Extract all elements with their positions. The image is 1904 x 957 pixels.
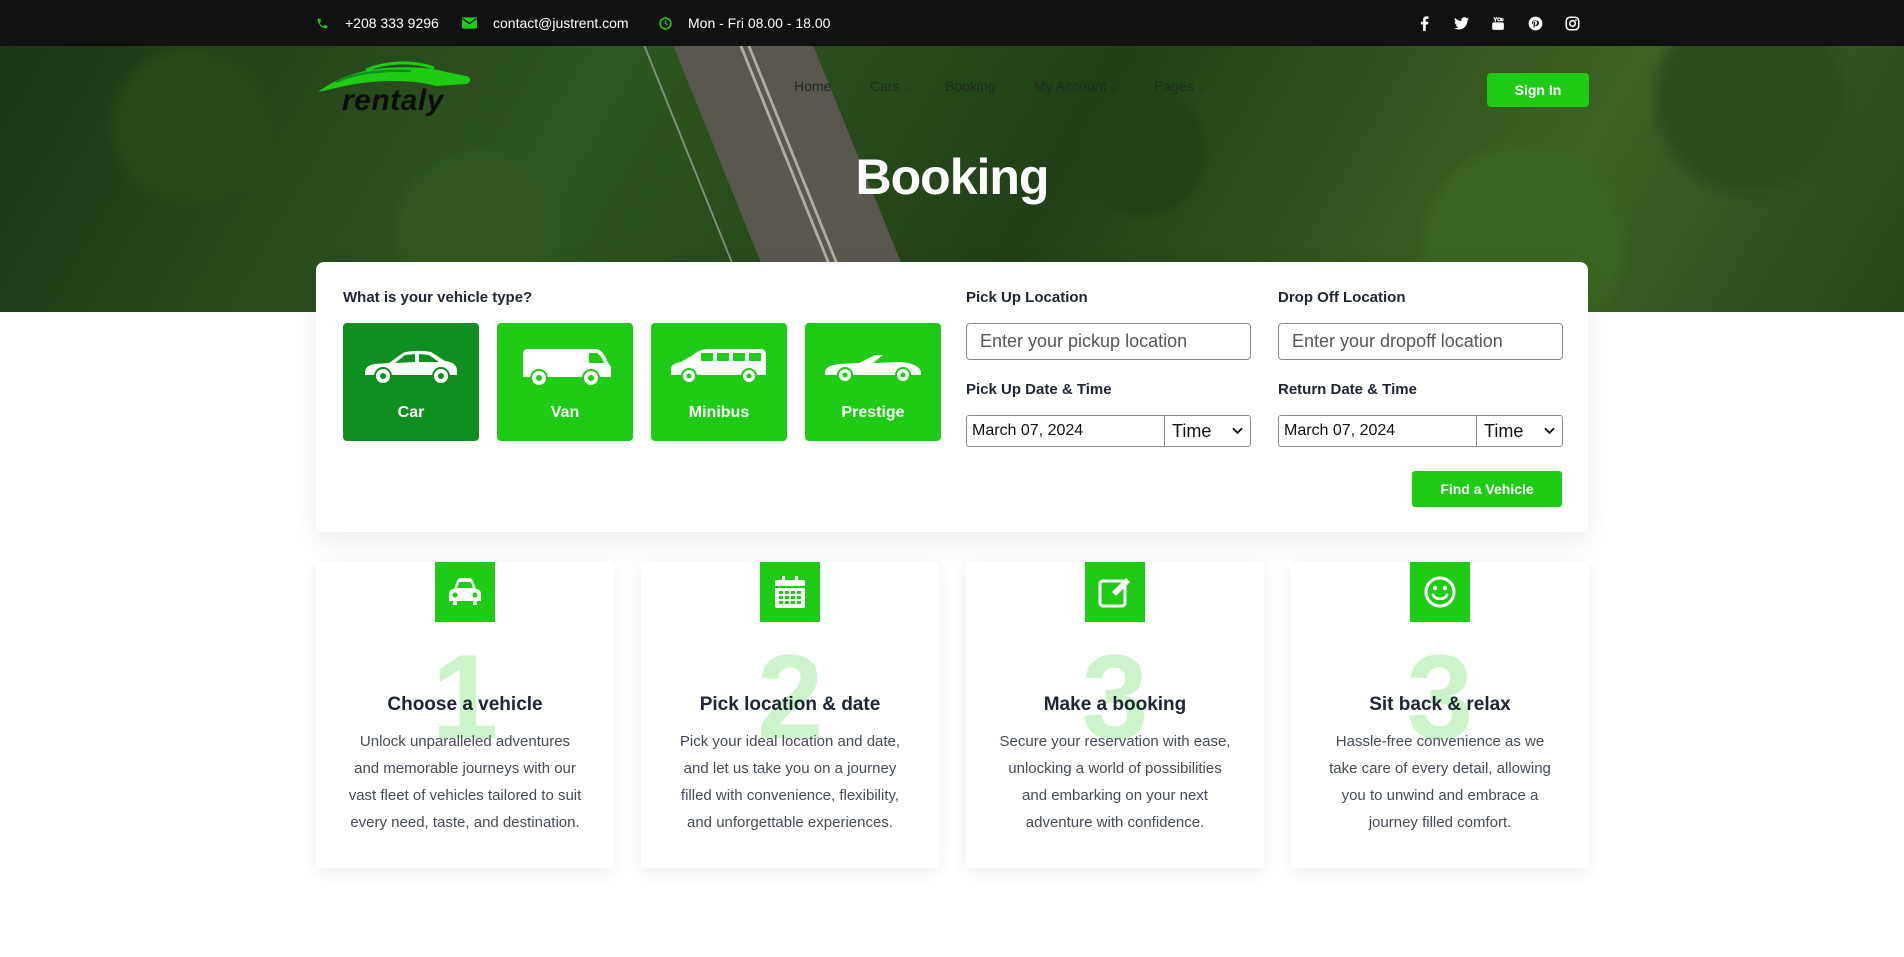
feature-card: 2 Pick location & date Pick your ideal l… xyxy=(641,562,939,868)
feature-card: 3 Sit back & relax Hassle-free convenien… xyxy=(1291,562,1589,868)
envelope-icon xyxy=(462,17,477,29)
car-icon xyxy=(365,350,457,385)
sports-car-icon xyxy=(825,355,921,383)
vehicle-type-label: What is your vehicle type? xyxy=(343,289,533,306)
chevron-down-icon xyxy=(1232,427,1243,435)
feature-description-line: and let us take you on a journey xyxy=(683,760,897,777)
smiley-icon xyxy=(1424,576,1456,608)
vehicle-type-label-van: Van xyxy=(550,404,580,421)
nav-booking[interactable]: Booking xyxy=(945,78,996,94)
instagram-icon[interactable] xyxy=(1562,13,1582,33)
top-bar: +208 333 9296 contact@justrent.com Mon -… xyxy=(0,0,1904,46)
chevron-down-icon: ⌵ xyxy=(903,83,912,94)
feature-description: Hassle-free convenience as we take care … xyxy=(1317,728,1563,836)
feature-card: 3 Make a booking Secure your reservation… xyxy=(966,562,1264,868)
business-hours: Mon - Fri 08.00 - 18.00 xyxy=(688,15,831,31)
feature-description-line: Hassle-free convenience as we xyxy=(1335,733,1545,750)
pickup-time-select[interactable]: Time xyxy=(1164,415,1251,447)
chevron-down-icon: ⌵ xyxy=(1110,83,1118,94)
feature-description-line: and embarking on your next xyxy=(1022,787,1208,804)
pickup-date-input[interactable]: March 07, 2024 xyxy=(966,415,1165,447)
nav-cars[interactable]: Cars ⌵ xyxy=(870,78,911,94)
nav-pages-label: Pages xyxy=(1154,78,1194,94)
feature-description-line: you to unwind and embrace a xyxy=(1341,787,1539,804)
nav-my-account[interactable]: My Account ⌵ xyxy=(1034,78,1118,94)
feature-description-line: Pick your ideal location and date, xyxy=(679,733,901,750)
facebook-icon[interactable] xyxy=(1414,13,1434,33)
feature-description-line: vast fleet of vehicles tailored to suit xyxy=(348,787,582,804)
twitter-icon[interactable] xyxy=(1451,13,1471,33)
vehicle-type-label-prestige: Prestige xyxy=(841,404,905,421)
feature-icon-box xyxy=(1410,562,1470,622)
feature-title: Choose a vehicle xyxy=(387,694,543,715)
vehicle-type-label-minibus: Minibus xyxy=(688,404,750,421)
feature-description-line: every need, taste, and destination. xyxy=(350,814,580,831)
feature-description: Secure your reservation with ease, unloc… xyxy=(992,728,1238,836)
feature-description-line: journey filled comfort. xyxy=(1368,814,1512,831)
clock-icon xyxy=(659,16,672,30)
feature-description-line: filled with convenience, flexibility, xyxy=(680,787,900,804)
vehicle-type-car[interactable]: Car xyxy=(343,323,479,441)
email-info: contact@justrent.com xyxy=(462,0,629,46)
edit-icon xyxy=(1098,578,1130,608)
feature-title: Sit back & relax xyxy=(1369,694,1511,715)
pinterest-icon[interactable] xyxy=(1525,13,1545,33)
feature-description-line: and memorable journeys with our xyxy=(354,760,576,777)
feature-icon-box xyxy=(760,562,820,622)
find-vehicle-button[interactable]: Find a Vehicle xyxy=(1412,471,1562,507)
feature-description-line: Unlock unparalleled adventures xyxy=(359,733,571,750)
return-date-input[interactable]: March 07, 2024 xyxy=(1278,415,1477,447)
sign-in-button[interactable]: Sign In xyxy=(1487,73,1589,107)
phone-number[interactable]: +208 333 9296 xyxy=(345,15,439,31)
feature-description-line: take care of every detail, allowing xyxy=(1329,760,1551,777)
feature-icon-box xyxy=(435,562,495,622)
pickup-time-value: Time xyxy=(1172,420,1212,441)
vehicle-type-minibus[interactable]: Minibus xyxy=(651,323,787,441)
nav-cars-label: Cars xyxy=(870,78,900,94)
feature-card: 1 Choose a vehicle Unlock unparalleled a… xyxy=(316,562,614,868)
vehicle-type-prestige[interactable]: Prestige xyxy=(805,323,941,441)
nav-my-account-label: My Account xyxy=(1034,78,1107,94)
feature-description-line: Secure your reservation with ease, xyxy=(999,733,1231,750)
feature-description: Unlock unparalleled adventures and memor… xyxy=(342,728,588,836)
booking-form: What is your vehicle type? Car Van Minib… xyxy=(316,262,1588,532)
feature-description-line: and unforgettable experiences. xyxy=(687,814,893,831)
pickup-location-input[interactable]: Enter your pickup location xyxy=(966,323,1251,360)
feature-title: Make a booking xyxy=(1043,694,1187,715)
vehicle-type-label-car: Car xyxy=(397,404,425,421)
phone-info: +208 333 9296 xyxy=(316,0,439,46)
nav-home[interactable]: Home xyxy=(794,78,831,94)
car-front-icon xyxy=(449,578,481,605)
feature-icon-box xyxy=(1085,562,1145,622)
feature-title: Pick location & date xyxy=(699,694,881,715)
nav-pages[interactable]: Pages ⌵ xyxy=(1154,78,1205,94)
email-address[interactable]: contact@justrent.com xyxy=(493,15,629,31)
return-datetime-label: Return Date & Time xyxy=(1278,381,1417,398)
page-title: Booking xyxy=(855,149,1050,205)
minibus-icon xyxy=(671,349,766,384)
return-time-value: Time xyxy=(1484,420,1524,441)
vehicle-type-van[interactable]: Van xyxy=(497,323,633,441)
return-time-select[interactable]: Time xyxy=(1476,415,1563,447)
feature-description: Pick your ideal location and date, and l… xyxy=(667,728,913,836)
feature-description-line: unlocking a world of possibilities xyxy=(1008,760,1222,777)
chevron-down-icon xyxy=(1544,427,1555,435)
youtube-icon[interactable] xyxy=(1488,13,1508,33)
van-icon xyxy=(523,349,611,387)
dropoff-location-label: Drop Off Location xyxy=(1278,289,1406,306)
logo-text: rentaly xyxy=(342,84,444,117)
feature-description-line: adventure with confidence. xyxy=(1025,814,1205,831)
phone-icon xyxy=(317,18,328,28)
chevron-down-icon: ⌵ xyxy=(1197,83,1206,94)
pickup-datetime-label: Pick Up Date & Time xyxy=(966,381,1112,398)
dropoff-location-input[interactable]: Enter your dropoff location xyxy=(1278,323,1563,360)
calendar-icon xyxy=(775,576,805,608)
pickup-location-label: Pick Up Location xyxy=(966,289,1088,306)
hours-info: Mon - Fri 08.00 - 18.00 xyxy=(659,0,830,46)
